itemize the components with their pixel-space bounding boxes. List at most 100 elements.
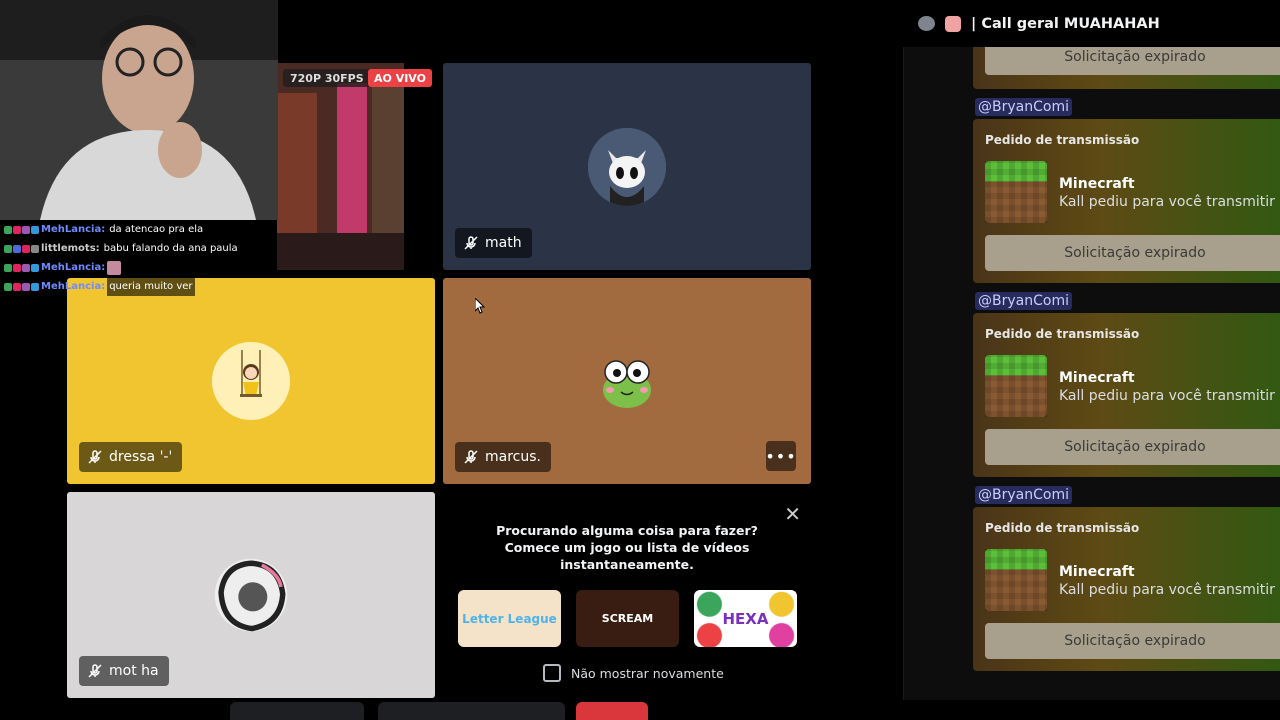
- chat-message: MehLancia: queria muito ver: [4, 277, 240, 296]
- request-status-label: Solicitação expirado: [1064, 49, 1206, 65]
- screen-share-tile[interactable]: [277, 63, 404, 270]
- hollow-knight-avatar-icon: [588, 127, 666, 206]
- disconnect-button[interactable]: [576, 702, 648, 720]
- mic-muted-icon: [88, 664, 102, 678]
- request-status-label: Solicitação expirado: [1064, 245, 1206, 261]
- embed-description: Kall pediu para você transmitir: [1059, 194, 1275, 210]
- game-hexa-stack[interactable]: HEXA: [694, 590, 797, 647]
- request-status-button[interactable]: Solicitação expirado: [985, 235, 1280, 271]
- ink-portrait-avatar-icon: [214, 558, 288, 632]
- chat-username: MehLancia:: [41, 281, 106, 292]
- game-label: Letter League: [462, 611, 557, 626]
- minecraft-icon: [985, 355, 1047, 417]
- chat-username: littlemots:: [41, 243, 100, 254]
- chat-badges-icon: [4, 263, 39, 272]
- participant-tile-dressa[interactable]: dressa '-': [67, 278, 435, 484]
- participant-name: math: [485, 235, 522, 251]
- request-status-button[interactable]: Solicitação expirado: [985, 47, 1280, 75]
- chat-message: littlemots: babu falando da ana paula: [4, 239, 240, 258]
- embed-title: Pedido de transmissão: [985, 327, 1140, 341]
- request-status-label: Solicitação expirado: [1064, 439, 1206, 455]
- chat-badges-icon: [4, 244, 39, 253]
- participant-tile-math[interactable]: math: [443, 63, 811, 270]
- participant-name-pill: marcus.: [455, 442, 551, 472]
- minecraft-icon: [985, 161, 1047, 223]
- game-letter-league[interactable]: Letter League: [458, 590, 561, 647]
- stream-request-embed: Pedido de transmissão Minecraft Kall ped…: [973, 507, 1280, 671]
- chat-emote-icon: [107, 260, 122, 275]
- user-mention[interactable]: @BryanComi: [975, 486, 1072, 504]
- stream-request-embed: Pedido de transmissão Minecraft Kall ped…: [973, 313, 1280, 477]
- chat-text: babu falando da ana paula: [101, 239, 240, 258]
- avatar: [212, 556, 290, 634]
- participant-name-pill: math: [455, 228, 532, 258]
- embed-game-name: Minecraft: [1059, 176, 1135, 192]
- participant-name: marcus.: [485, 449, 541, 465]
- activity-games: Letter League SCREAM HEXA: [458, 590, 797, 647]
- girl-on-swing-avatar-icon: [212, 342, 290, 420]
- minecraft-icon: [985, 549, 1047, 611]
- chat-messages: Solicitação expirado @BryanComi Pedido d…: [903, 47, 1280, 700]
- stream-chat-overlay: MehLancia: da atencao pra ela littlemots…: [4, 220, 240, 296]
- participant-tile-mot-ha[interactable]: mot ha: [67, 492, 435, 698]
- resolution-badge: 720P 30FPS: [283, 69, 371, 87]
- user-mention[interactable]: @BryanComi: [975, 292, 1072, 310]
- request-status-button[interactable]: Solicitação expirado: [985, 623, 1280, 659]
- user-mention[interactable]: @BryanComi: [975, 98, 1072, 116]
- avatar: [588, 342, 666, 420]
- chat-badges-icon: [4, 225, 39, 234]
- request-status-button[interactable]: Solicitação expirado: [985, 429, 1280, 465]
- participant-name: dressa '-': [109, 449, 173, 465]
- voice-call-area: math dressa '-' marcus. ••• mot ha 720P …: [0, 0, 893, 720]
- chat-text: da atencao pra ela: [107, 220, 206, 239]
- chat-username: MehLancia:: [41, 224, 106, 235]
- participant-name-pill: mot ha: [79, 656, 169, 686]
- live-badge: AO VIVO: [368, 69, 432, 87]
- chat-text: queria muito ver: [107, 277, 195, 296]
- participant-name: mot ha: [109, 663, 159, 679]
- chat-username: MehLancia:: [41, 262, 106, 273]
- prompt-line: instantaneamente.: [560, 557, 694, 572]
- audio-controls[interactable]: [230, 702, 364, 720]
- streamer-webcam: [0, 0, 278, 220]
- game-scream[interactable]: SCREAM: [576, 590, 679, 647]
- more-options-button[interactable]: •••: [765, 441, 797, 471]
- embed-game-name: Minecraft: [1059, 564, 1135, 580]
- chat-bubble-icon: [918, 16, 935, 31]
- mic-muted-icon: [88, 450, 102, 464]
- prompt-line: Comece um jogo ou lista de vídeos: [504, 540, 750, 555]
- request-status-label: Solicitação expirado: [1064, 633, 1206, 649]
- dont-show-again[interactable]: Não mostrar novamente: [543, 664, 724, 682]
- mic-muted-icon: [464, 450, 478, 464]
- chat-badges-icon: [4, 282, 39, 291]
- channel-emoji-icon: [945, 15, 961, 32]
- embed-description: Kall pediu para você transmitir: [1059, 582, 1275, 598]
- channel-name: | Call geral MUAHAHAH: [971, 15, 1160, 32]
- dont-show-label: Não mostrar novamente: [571, 665, 724, 681]
- ellipsis-icon: •••: [765, 446, 797, 466]
- activity-prompt: Procurando alguma coisa para fazer? Come…: [443, 522, 811, 573]
- voice-text-chat-panel: | Call geral MUAHAHAH Solicitação expira…: [893, 0, 1280, 720]
- video-share-controls[interactable]: [378, 702, 565, 720]
- embed-description: Kall pediu para você transmitir: [1059, 388, 1275, 404]
- webcam-image: [0, 0, 278, 220]
- game-label: HEXA: [722, 609, 769, 628]
- chat-message: MehLancia:: [4, 258, 240, 277]
- chat-message: MehLancia: da atencao pra ela: [4, 220, 240, 239]
- dont-show-checkbox[interactable]: [543, 664, 561, 682]
- keroppi-frog-avatar-icon: [588, 342, 666, 420]
- stream-request-embed: Solicitação expirado: [973, 47, 1280, 89]
- mouse-cursor-icon: [475, 298, 485, 314]
- participant-tile-marcus[interactable]: marcus. •••: [443, 278, 811, 484]
- embed-title: Pedido de transmissão: [985, 521, 1140, 535]
- embed-title: Pedido de transmissão: [985, 133, 1140, 147]
- stream-preview-image: [277, 63, 404, 270]
- avatar: [212, 342, 290, 420]
- game-label: SCREAM: [601, 612, 654, 625]
- stream-request-embed: Pedido de transmissão Minecraft Kall ped…: [973, 119, 1280, 283]
- avatar: [588, 127, 666, 206]
- mic-muted-icon: [464, 236, 478, 250]
- participant-name-pill: dressa '-': [79, 442, 183, 472]
- activity-suggestion-card: ✕ Procurando alguma coisa para fazer? Co…: [443, 492, 811, 698]
- embed-game-name: Minecraft: [1059, 370, 1135, 386]
